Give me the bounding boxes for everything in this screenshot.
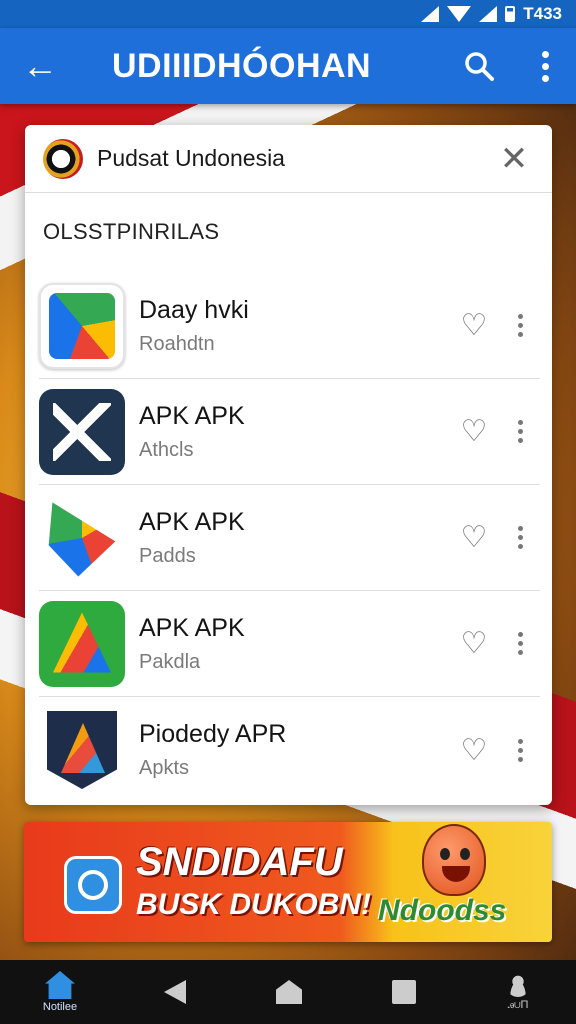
list-item-subtitle: Roahdtn xyxy=(139,332,215,355)
app-icon-av xyxy=(39,388,125,475)
signal-icon xyxy=(421,6,440,22)
banner-headline: SNDIDAFU xyxy=(136,840,343,884)
list-item-subtitle: Athcls xyxy=(139,438,194,461)
item-menu-button[interactable] xyxy=(500,512,540,564)
list-item[interactable]: APK APK Athcls ♡ xyxy=(39,379,540,485)
favorite-button[interactable]: ♡ xyxy=(448,512,500,564)
app-bar: ← UDIIIDHÓOHAN xyxy=(0,28,576,104)
item-menu-button[interactable] xyxy=(500,406,540,458)
item-menu-button[interactable] xyxy=(500,618,540,670)
close-button[interactable]: ✕ xyxy=(494,139,534,179)
back-triangle-icon xyxy=(163,980,186,1004)
more-vertical-icon xyxy=(517,420,523,443)
heart-icon: ♡ xyxy=(460,627,488,660)
more-vertical-icon xyxy=(517,738,523,762)
brand-logo-icon xyxy=(43,138,83,179)
favorite-button[interactable]: ♡ xyxy=(448,300,500,352)
nav-recents-button[interactable] xyxy=(374,960,434,1024)
list-item-title: APK APK xyxy=(139,507,245,536)
home-icon xyxy=(45,971,75,999)
list-item[interactable]: APK APK Pakdla ♡ xyxy=(39,591,540,697)
person-icon xyxy=(506,972,530,997)
banner-brand: Ndoodss xyxy=(378,894,507,927)
list-item-subtitle: Padds xyxy=(139,544,196,567)
status-time: T433 xyxy=(523,4,562,23)
list-item-subtitle: Pakdla xyxy=(139,650,201,673)
close-icon: ✕ xyxy=(499,139,529,178)
back-button[interactable]: ← xyxy=(0,28,80,104)
banner-subheadline: BUSK DUKOBN! xyxy=(136,888,371,921)
list-item[interactable]: APK APK Padds ♡ xyxy=(39,485,540,591)
app-list: Daay hvki Roahdtn ♡ APK APK Athcls ♡ APK… xyxy=(25,273,552,803)
status-bar: T433 xyxy=(0,0,576,28)
app-title: UDIIIDHÓOHAN xyxy=(112,46,372,85)
bottom-nav-bar: Notilee ꭿ∪П xyxy=(0,960,576,1024)
list-item-title: APK APK xyxy=(139,401,245,430)
favorite-button[interactable]: ♡ xyxy=(448,406,500,458)
app-icon-play xyxy=(39,495,125,581)
cell-signal-icon xyxy=(479,6,498,22)
favorite-button[interactable]: ♡ xyxy=(448,724,500,776)
heart-icon: ♡ xyxy=(460,415,488,448)
item-menu-button[interactable] xyxy=(500,300,540,352)
app-icon-drive xyxy=(39,282,125,369)
list-item[interactable]: Piodedy APR Apkts ♡ xyxy=(39,697,540,803)
battery-icon xyxy=(505,6,516,22)
magnifier-app-icon xyxy=(64,856,122,914)
list-item-title: APK APK xyxy=(139,613,245,642)
more-vertical-icon xyxy=(517,526,523,549)
section-label: OLSSTPINRILAS xyxy=(43,219,220,244)
house-icon xyxy=(276,980,302,1004)
list-item-title: Daay hvki xyxy=(139,295,249,324)
heart-icon: ♡ xyxy=(460,733,488,767)
ad-banner[interactable]: SNDIDAFU BUSK DUKOBN! Ndoodss xyxy=(24,822,552,942)
apps-dialog-card: Pudsat Undonesia ✕ OLSSTPINRILAS Daay hv… xyxy=(25,125,552,805)
nav-home-button[interactable]: Notilee xyxy=(30,960,90,1024)
search-icon xyxy=(465,52,494,81)
card-header: Pudsat Undonesia ✕ xyxy=(25,125,552,193)
recents-square-icon xyxy=(391,980,416,1004)
app-icon-triangle xyxy=(39,600,125,687)
nav-home-system-button[interactable] xyxy=(259,960,319,1024)
wifi-icon xyxy=(447,6,472,22)
nav-profile-button[interactable]: ꭿ∪П xyxy=(488,960,548,1024)
app-icon-shield xyxy=(39,707,125,793)
arrow-left-icon: ← xyxy=(22,45,58,86)
nav-home-label: Notilee xyxy=(42,1001,78,1013)
list-item-subtitle: Apkts xyxy=(139,757,190,779)
mascot-icon xyxy=(422,824,486,896)
overflow-menu-button[interactable] xyxy=(514,28,576,104)
favorite-button[interactable]: ♡ xyxy=(448,618,500,670)
more-vertical-icon xyxy=(541,50,549,82)
heart-icon: ♡ xyxy=(460,521,488,554)
more-vertical-icon xyxy=(517,314,523,337)
more-vertical-icon xyxy=(517,632,523,655)
nav-profile-label: ꭿ∪П xyxy=(507,998,529,1011)
search-button[interactable] xyxy=(444,28,514,104)
list-item[interactable]: Daay hvki Roahdtn ♡ xyxy=(39,273,540,379)
list-item-title: Piodedy APR xyxy=(139,720,287,748)
card-title: Pudsat Undonesia xyxy=(97,145,285,171)
item-menu-button[interactable] xyxy=(500,724,540,776)
heart-icon: ♡ xyxy=(460,309,488,342)
nav-back-button[interactable] xyxy=(145,960,205,1024)
